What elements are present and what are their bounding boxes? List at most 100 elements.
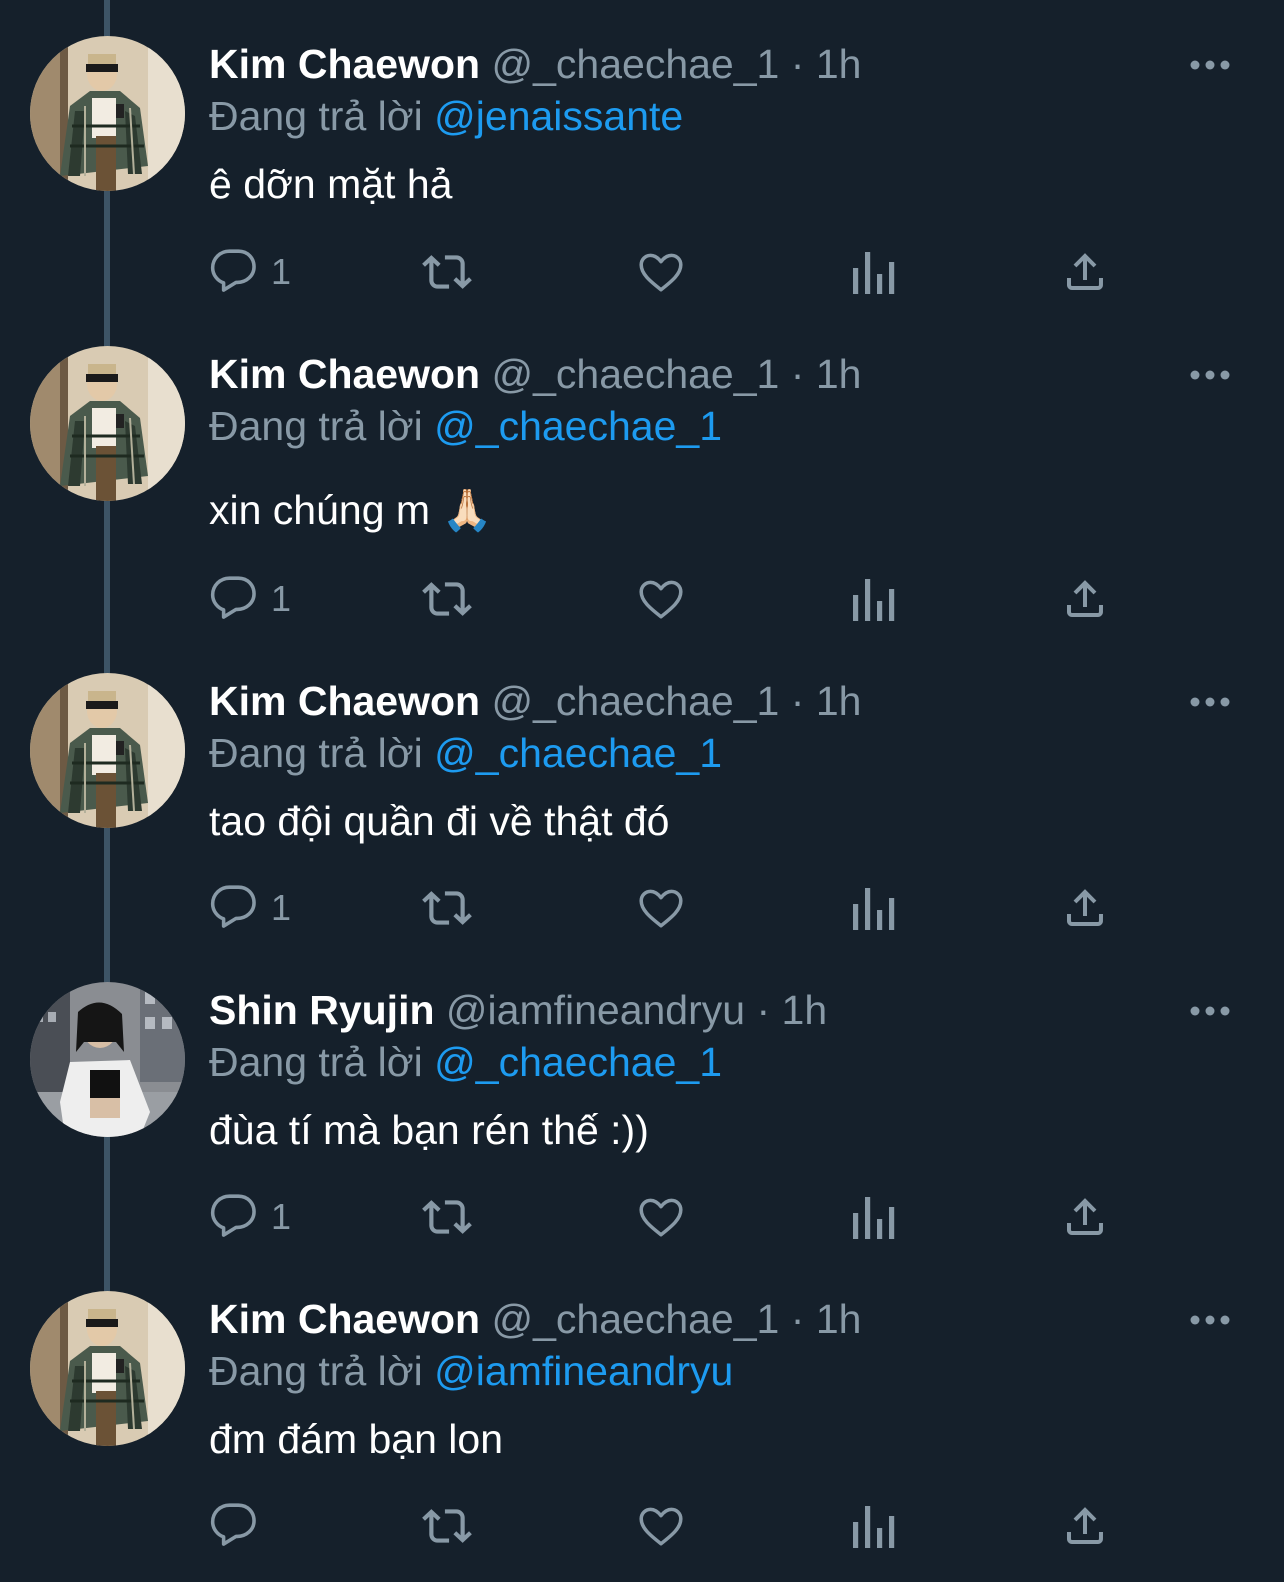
reply-mention[interactable]: @iamfineandryu (434, 1348, 733, 1394)
tweet-header: Kim Chaewon @_chaechae_1 · 1h (209, 677, 861, 725)
analytics-button[interactable] (851, 573, 895, 625)
reply-button[interactable]: 1 (209, 1191, 291, 1243)
analytics-icon (853, 1506, 895, 1548)
share-button[interactable] (1061, 1500, 1109, 1552)
share-button[interactable] (1061, 573, 1109, 625)
reply-label: Đang trả lời (209, 403, 423, 449)
reply-mention[interactable]: @_chaechae_1 (434, 403, 722, 449)
more-icon[interactable] (1188, 687, 1232, 717)
more-icon[interactable] (1188, 50, 1232, 80)
author-handle[interactable]: @iamfineandryu (446, 987, 745, 1033)
author-handle[interactable]: @_chaechae_1 (492, 351, 780, 397)
share-icon (1067, 1507, 1103, 1544)
reply-mention[interactable]: @jenaissante (434, 93, 683, 139)
retweet-icon (422, 255, 472, 289)
share-icon (1067, 580, 1103, 617)
reply-label: Đang trả lời (209, 1348, 423, 1394)
tweet[interactable]: Kim Chaewon @_chaechae_1 · 1h Đang trả l… (0, 0, 1284, 300)
retweet-icon (422, 1200, 472, 1234)
avatar[interactable] (30, 346, 185, 501)
tweet[interactable]: Kim Chaewon @_chaechae_1 · 1h Đang trả l… (0, 1255, 1284, 1555)
share-icon (1067, 889, 1103, 926)
analytics-button[interactable] (851, 1500, 895, 1552)
more-icon[interactable] (1188, 360, 1232, 390)
share-button[interactable] (1061, 1191, 1109, 1243)
timestamp[interactable]: 1h (816, 41, 862, 87)
like-button[interactable] (636, 246, 686, 298)
reply-icon (210, 576, 256, 619)
author-name[interactable]: Kim Chaewon (209, 678, 480, 724)
action-bar: 1 (209, 573, 1109, 625)
reply-mention[interactable]: @_chaechae_1 (434, 730, 722, 776)
author-name[interactable]: Kim Chaewon (209, 1296, 480, 1342)
retweet-icon (422, 891, 472, 925)
retweet-button[interactable] (419, 573, 475, 625)
timestamp[interactable]: 1h (816, 351, 862, 397)
separator: · (790, 1296, 805, 1342)
reply-count: 1 (271, 578, 292, 619)
author-handle[interactable]: @_chaechae_1 (492, 678, 780, 724)
avatar[interactable] (30, 673, 185, 828)
tweet-text: tao đội quần đi về thật đó (209, 798, 670, 844)
retweet-button[interactable] (419, 246, 475, 298)
tweet-text: ê dỡn mặt hả (209, 161, 453, 207)
reply-mention[interactable]: @_chaechae_1 (434, 1039, 722, 1085)
share-button[interactable] (1061, 882, 1109, 934)
avatar[interactable] (30, 36, 185, 191)
separator: · (790, 351, 805, 397)
more-icon[interactable] (1188, 996, 1232, 1026)
analytics-button[interactable] (851, 882, 895, 934)
analytics-button[interactable] (851, 246, 895, 298)
reply-count: 1 (271, 251, 292, 292)
timestamp[interactable]: 1h (782, 987, 828, 1033)
reply-context: Đang trả lời @_chaechae_1 (209, 729, 722, 777)
retweet-button[interactable] (419, 882, 475, 934)
author-name[interactable]: Kim Chaewon (209, 351, 480, 397)
tweet-text: xin chúng m 🙏🏻 (209, 487, 493, 533)
analytics-icon (853, 888, 895, 930)
timestamp[interactable]: 1h (816, 678, 862, 724)
analytics-button[interactable] (851, 1191, 895, 1243)
reply-button[interactable]: 1 (209, 246, 291, 298)
reply-count: 1 (271, 1196, 292, 1237)
retweet-icon (422, 1509, 472, 1543)
retweet-button[interactable] (419, 1500, 475, 1552)
tweet-text: đùa tí mà bạn rén thế :)) (209, 1107, 649, 1153)
separator: · (790, 41, 805, 87)
like-button[interactable] (636, 882, 686, 934)
avatar[interactable] (30, 1291, 185, 1446)
reply-label: Đang trả lời (209, 93, 423, 139)
more-icon[interactable] (1188, 1305, 1232, 1335)
author-name[interactable]: Shin Ryujin (209, 987, 435, 1033)
share-icon (1067, 1198, 1103, 1235)
action-bar: 1 (209, 1191, 1109, 1243)
reply-button[interactable]: 1 (209, 882, 291, 934)
tweet-header: Kim Chaewon @_chaechae_1 · 1h (209, 1295, 861, 1343)
tweet-header: Kim Chaewon @_chaechae_1 · 1h (209, 40, 861, 88)
like-button[interactable] (636, 1500, 686, 1552)
analytics-icon (853, 1197, 895, 1239)
timestamp[interactable]: 1h (816, 1296, 862, 1342)
share-icon (1067, 253, 1103, 290)
tweet-header: Shin Ryujin @iamfineandryu · 1h (209, 986, 827, 1034)
tweet[interactable]: Kim Chaewon @_chaechae_1 · 1h Đang trả l… (0, 310, 1284, 621)
tweet[interactable]: Kim Chaewon @_chaechae_1 · 1h Đang trả l… (0, 637, 1284, 937)
reply-button[interactable] (209, 1500, 271, 1552)
author-handle[interactable]: @_chaechae_1 (492, 1296, 780, 1342)
action-bar (209, 1500, 1109, 1552)
author-name[interactable]: Kim Chaewon (209, 41, 480, 87)
avatar[interactable] (30, 982, 185, 1137)
like-button[interactable] (636, 1191, 686, 1243)
separator: · (756, 987, 771, 1033)
tweet-text: đm đám bạn lon (209, 1416, 504, 1462)
author-handle[interactable]: @_chaechae_1 (492, 41, 780, 87)
reply-context: Đang trả lời @iamfineandryu (209, 1347, 733, 1395)
reply-icon (210, 249, 256, 292)
reply-button[interactable]: 1 (209, 573, 291, 625)
like-button[interactable] (636, 573, 686, 625)
reply-context: Đang trả lời @jenaissante (209, 92, 683, 140)
share-button[interactable] (1061, 246, 1109, 298)
separator: · (790, 678, 805, 724)
tweet[interactable]: Shin Ryujin @iamfineandryu · 1h Đang trả… (0, 946, 1284, 1246)
retweet-button[interactable] (419, 1191, 475, 1243)
